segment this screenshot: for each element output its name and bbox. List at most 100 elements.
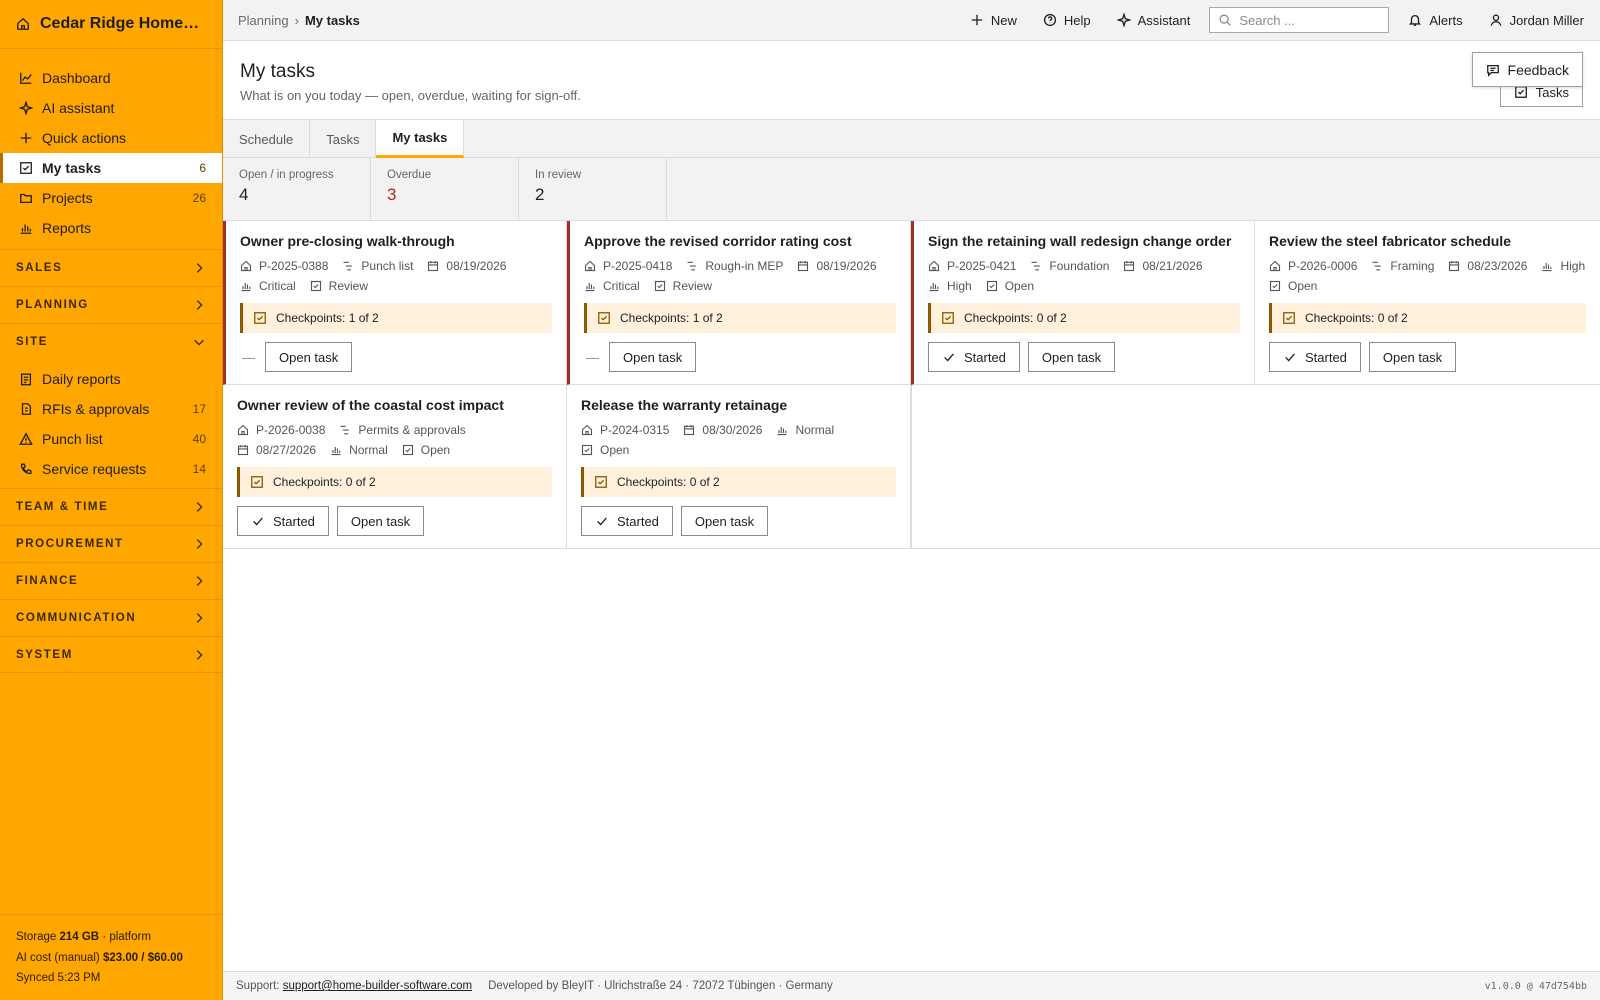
- started-label: Started: [964, 349, 1006, 365]
- nav-item-rfis[interactable]: RFIs & approvals 17: [0, 394, 222, 424]
- nav-item-quick-actions[interactable]: Quick actions: [0, 123, 222, 153]
- open-task-button[interactable]: Open task: [609, 342, 697, 372]
- tabs: Schedule Tasks My tasks: [223, 120, 1600, 158]
- nav-item-reports[interactable]: Reports: [0, 213, 222, 243]
- section-planning[interactable]: PLANNING: [0, 286, 222, 323]
- calendar-icon: [1123, 260, 1135, 272]
- topbar: Planning › My tasks New Help Assistant S…: [223, 0, 1600, 41]
- section-system[interactable]: SYSTEM: [0, 636, 222, 673]
- task-project: P-2025-0421: [928, 259, 1016, 273]
- section-sales[interactable]: SALES: [0, 249, 222, 286]
- section-team-time[interactable]: TEAM & TIME: [0, 488, 222, 525]
- task-title[interactable]: Review the steel fabricator schedule: [1269, 233, 1586, 249]
- version-label: v1.0.0 @ 47d754bb: [1484, 980, 1587, 992]
- due-date: 08/23/2026: [1467, 259, 1528, 273]
- calendar-icon: [683, 424, 695, 436]
- gantt-icon: [1030, 260, 1042, 272]
- section-finance[interactable]: FINANCE: [0, 562, 222, 599]
- breadcrumb-planning[interactable]: Planning: [238, 13, 289, 28]
- support-email-link[interactable]: support@home-builder-software.com: [283, 980, 472, 992]
- search-input[interactable]: Search ...: [1209, 7, 1390, 33]
- new-button[interactable]: New: [957, 13, 1030, 28]
- checkbox-icon: [986, 280, 998, 292]
- phase-name: Framing: [1390, 259, 1435, 273]
- checkbox-icon: [253, 311, 267, 325]
- task-card: Release the warranty retainage P-2024-03…: [567, 385, 911, 549]
- open-task-button[interactable]: Open task: [336, 506, 425, 536]
- started-button[interactable]: Started: [237, 506, 329, 536]
- task-meta: P-2026-0038 Permits & approvals 08/27/20…: [237, 423, 552, 457]
- project-id: P-2026-0006: [1288, 259, 1358, 273]
- alerts-button[interactable]: Alerts: [1395, 13, 1475, 28]
- breadcrumb-current: My tasks: [304, 12, 360, 28]
- document-icon: [19, 402, 33, 416]
- nav-item-dashboard[interactable]: Dashboard: [0, 63, 222, 93]
- nav-label: Reports: [42, 220, 92, 236]
- sparkle-icon: [19, 101, 33, 115]
- nav-item-projects[interactable]: Projects 26: [0, 183, 222, 213]
- bar-chart-icon: [776, 424, 788, 436]
- home-icon: [237, 424, 249, 436]
- stats-bar: Open / in progress 4 Overdue 3 In review…: [223, 158, 1600, 221]
- started-label: Started: [1305, 349, 1347, 365]
- started-button[interactable]: Started: [1269, 342, 1361, 372]
- stat-label: In review: [535, 169, 582, 181]
- stat-value: 3: [387, 185, 397, 204]
- checkpoints-bar: Checkpoints: 0 of 2: [237, 467, 552, 497]
- chevron-right-icon: [192, 261, 206, 275]
- task-title[interactable]: Release the warranty retainage: [581, 397, 896, 413]
- task-title[interactable]: Sign the retaining wall redesign change …: [928, 233, 1240, 249]
- nav-item-daily-reports[interactable]: Daily reports: [0, 364, 222, 394]
- nav-count: 17: [192, 402, 206, 416]
- breadcrumb: Planning › My tasks: [238, 13, 360, 28]
- checkbox-icon: [19, 161, 33, 175]
- task-title[interactable]: Approve the revised corridor rating cost: [584, 233, 896, 249]
- task-card: Owner review of the coastal cost impact …: [223, 385, 567, 549]
- section-communication[interactable]: COMMUNICATION: [0, 599, 222, 636]
- due-date: 08/19/2026: [816, 259, 877, 273]
- priority-label: Critical: [259, 279, 296, 293]
- storage-info: Storage 214 GB · platform: [16, 927, 207, 948]
- task-actions: Started Open task: [237, 506, 552, 536]
- warning-icon: [19, 432, 33, 446]
- nav-item-ai-assistant[interactable]: AI assistant: [0, 93, 222, 123]
- brand[interactable]: Cedar Ridge Homes L...: [0, 0, 222, 49]
- nav-item-my-tasks[interactable]: My tasks 6: [0, 153, 222, 183]
- task-priority: Critical: [584, 279, 640, 293]
- help-button[interactable]: Help: [1030, 13, 1104, 28]
- tab-schedule[interactable]: Schedule: [223, 120, 311, 158]
- user-menu[interactable]: Jordan Miller: [1476, 13, 1584, 28]
- nav-item-punch-list[interactable]: Punch list 40: [0, 424, 222, 454]
- tab-my-tasks[interactable]: My tasks: [376, 120, 465, 158]
- tab-tasks[interactable]: Tasks: [310, 120, 377, 158]
- task-project: P-2025-0388: [240, 259, 328, 273]
- checkbox-icon: [594, 475, 608, 489]
- nav-count: 14: [192, 462, 206, 476]
- section-procurement[interactable]: PROCUREMENT: [0, 525, 222, 562]
- bar-chart-icon: [584, 280, 596, 292]
- section-label: PLANNING: [16, 299, 89, 311]
- home-icon: [16, 17, 30, 31]
- feedback-label: Feedback: [1507, 61, 1569, 78]
- stat-in-review: In review 2: [519, 158, 667, 221]
- section-site[interactable]: SITE: [0, 323, 222, 360]
- checkbox-icon: [310, 280, 322, 292]
- nav-item-service-requests[interactable]: Service requests 14: [0, 454, 222, 484]
- task-project: P-2026-0038: [237, 423, 325, 437]
- nav-label: RFIs & approvals: [42, 401, 150, 417]
- task-phase: Punch list: [342, 259, 413, 273]
- open-task-button[interactable]: Open task: [1368, 342, 1457, 372]
- task-title[interactable]: Owner review of the coastal cost impact: [237, 397, 552, 413]
- phase-name: Foundation: [1049, 259, 1110, 273]
- nav-label: AI assistant: [42, 100, 115, 116]
- open-task-button[interactable]: Open task: [265, 342, 353, 372]
- assistant-button[interactable]: Assistant: [1104, 13, 1204, 28]
- open-task-button[interactable]: Open task: [680, 506, 769, 536]
- due-date: 08/19/2026: [446, 259, 507, 273]
- started-button[interactable]: Started: [581, 506, 673, 536]
- open-task-button[interactable]: Open task: [1027, 342, 1116, 372]
- feedback-button[interactable]: Feedback: [1471, 52, 1583, 87]
- started-button[interactable]: Started: [928, 342, 1020, 372]
- task-priority: Normal: [330, 443, 388, 457]
- task-title[interactable]: Owner pre-closing walk-through: [240, 233, 552, 249]
